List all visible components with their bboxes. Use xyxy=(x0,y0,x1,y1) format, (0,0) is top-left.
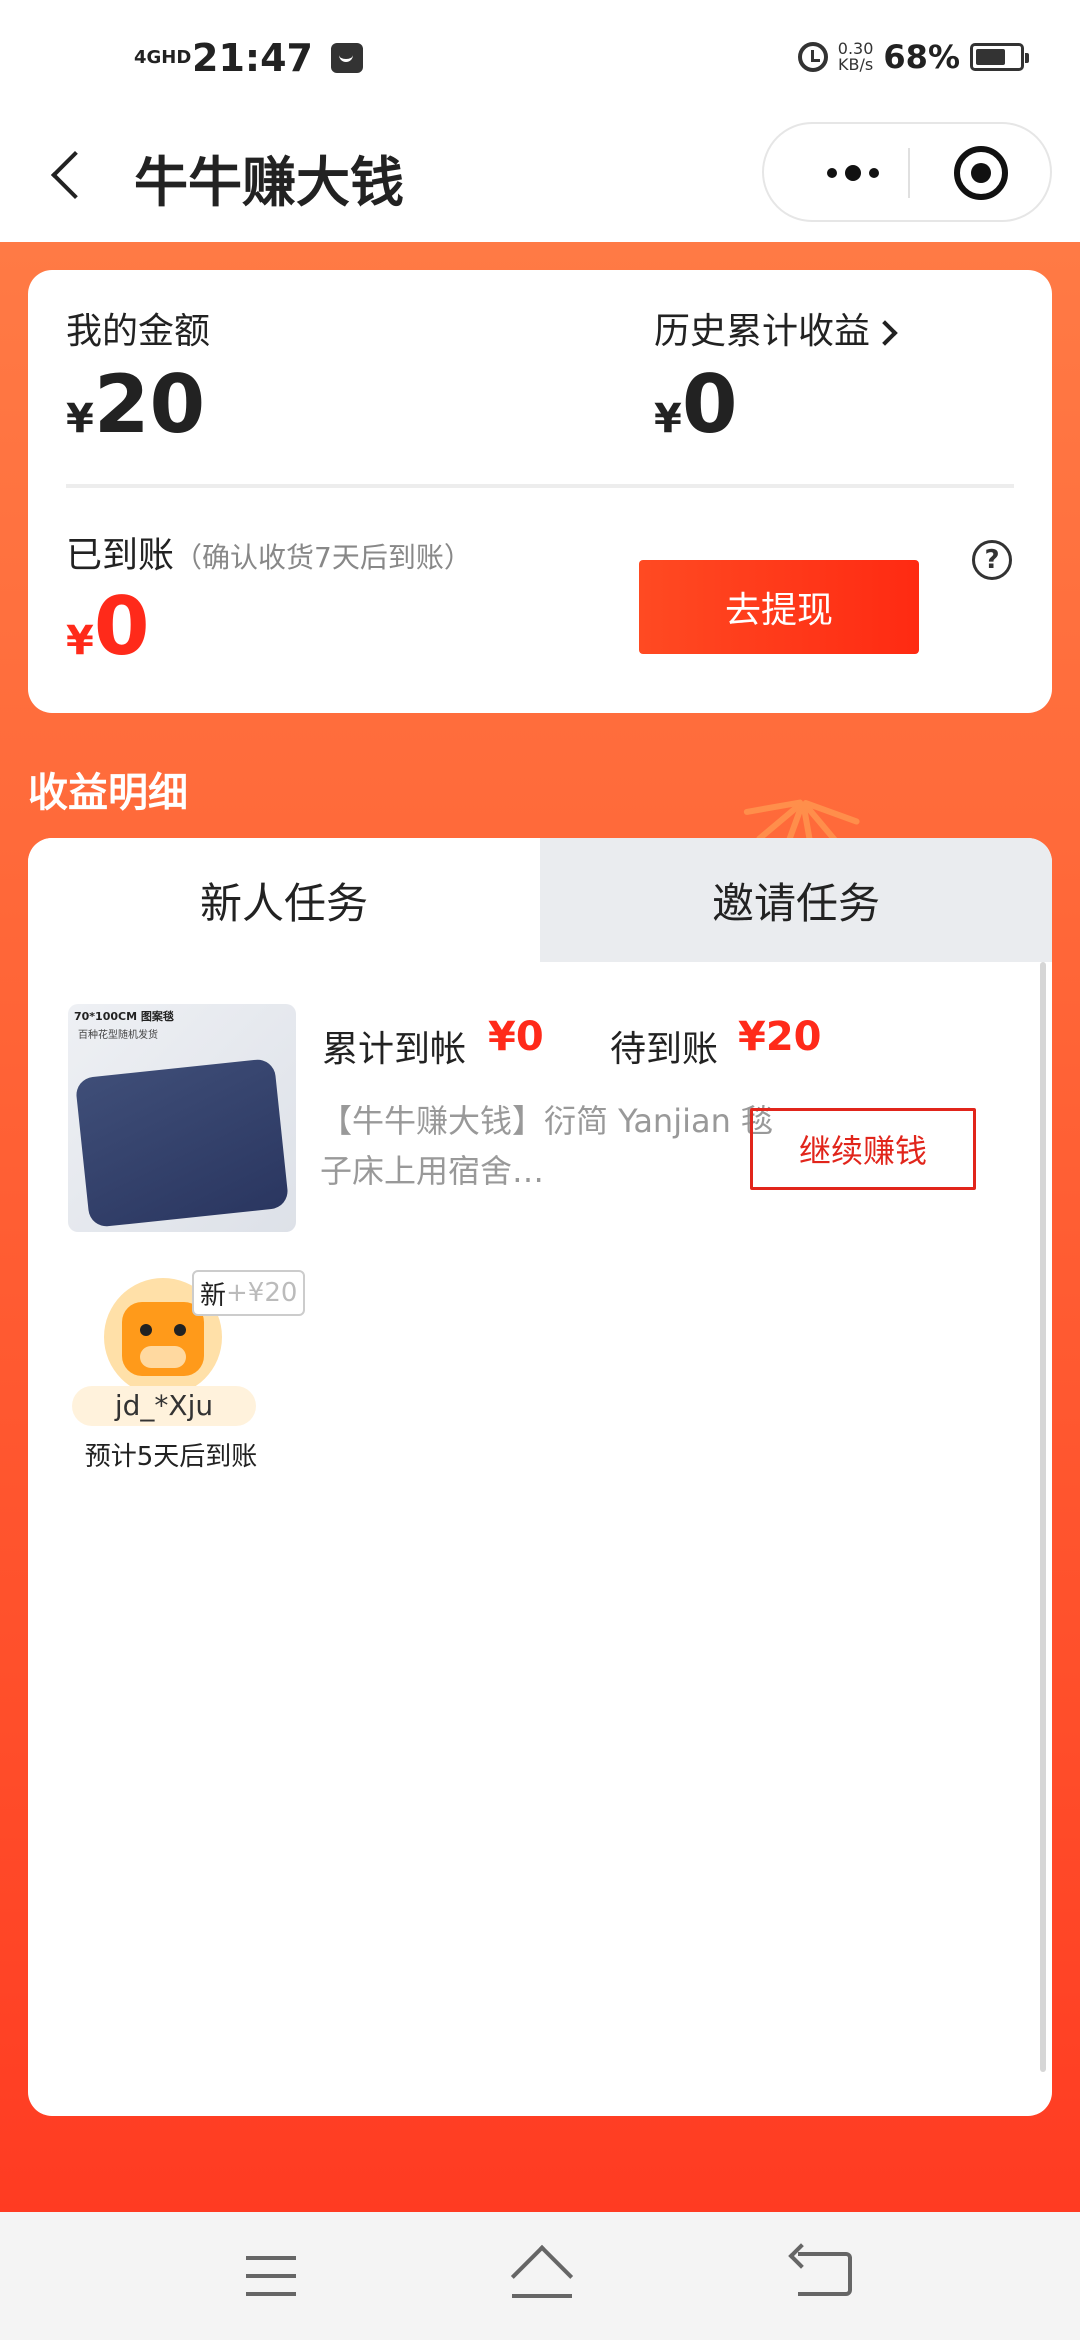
menu-icon[interactable] xyxy=(246,2256,296,2296)
tab-invite-tasks[interactable]: 邀请任务 xyxy=(540,838,1052,962)
badge-new: 新 xyxy=(200,1280,227,1311)
new-user-badge: 新 +¥20 xyxy=(192,1270,306,1316)
withdraw-button[interactable]: 去提现 xyxy=(639,560,919,654)
question-circle-icon[interactable]: ? xyxy=(972,540,1012,580)
balance-card: 我的金额 ¥20 历史累计收益 ¥0 已到账（确认收货7天后到账） ¥0 ? 去… xyxy=(28,270,1052,713)
product-image-caption: 70*100CM 图案毯 xyxy=(74,1010,174,1023)
earnings-detail-panel: 新人任务 邀请任务 70*100CM 图案毯 百种花型随机发货 累计到帐 ¥0 … xyxy=(28,838,1052,2116)
network-speed-unit: KB/s xyxy=(837,55,874,74)
chevron-right-icon xyxy=(872,320,898,346)
status-bar: 4GHD 21:47 0.30 KB/s 68% xyxy=(0,0,1080,110)
card-divider xyxy=(66,484,1014,488)
history-earnings-label: 历史累计收益 xyxy=(654,311,871,352)
arrived-note: （确认收货7天后到账） xyxy=(174,541,472,574)
my-amount-label: 我的金额 xyxy=(66,311,211,352)
history-earnings-link[interactable]: 历史累计收益 xyxy=(654,302,898,354)
my-amount: ¥20 xyxy=(66,358,205,451)
arrived-label-row: 已到账（确认收货7天后到账） xyxy=(66,526,472,578)
mini-program-capsule xyxy=(762,122,1052,222)
arrived-label: 已到账 xyxy=(66,535,175,576)
signal-icon: 4GHD xyxy=(134,47,192,68)
continue-earning-button[interactable]: 继续赚钱 xyxy=(750,1108,976,1190)
more-dots-icon[interactable] xyxy=(804,144,902,202)
network-speed: 0.30 KB/s xyxy=(838,41,874,73)
cow-eye xyxy=(140,1324,152,1336)
product-image-subcaption: 百种花型随机发货 xyxy=(78,1030,158,1041)
battery-icon xyxy=(970,43,1029,71)
system-nav-bar xyxy=(0,2212,1080,2340)
product-image[interactable]: 70*100CM 图案毯 百种花型随机发货 xyxy=(68,1004,296,1232)
my-amount-value: 20 xyxy=(93,358,206,451)
status-time: 21:47 xyxy=(192,36,313,80)
back-icon[interactable] xyxy=(798,2252,852,2296)
cow-eye xyxy=(174,1324,186,1336)
arrival-note: 预计5天后到账 xyxy=(84,1442,258,1472)
pending-label: 待到账 xyxy=(610,1029,719,1070)
target-close-icon[interactable] xyxy=(954,146,1008,200)
arrived-amount-value: 0 xyxy=(93,580,150,673)
home-icon[interactable] xyxy=(506,2248,576,2302)
page-title: 牛牛赚大钱 xyxy=(134,151,404,214)
product-description[interactable]: 【牛牛赚大钱】衍简 Yanjian 毯子床上用宿舍… xyxy=(320,1096,790,1196)
currency-symbol: ¥ xyxy=(66,618,94,664)
currency-symbol: ¥ xyxy=(66,396,94,442)
more-dot xyxy=(845,165,861,181)
currency-symbol: ¥ xyxy=(654,396,682,442)
battery-fill xyxy=(976,49,1005,65)
firework-decoration xyxy=(700,752,920,862)
task-tabs: 新人任务 邀请任务 xyxy=(28,838,1052,962)
scrollbar[interactable] xyxy=(1040,962,1046,2072)
cow-mouth xyxy=(140,1346,186,1368)
cow-face-graphic xyxy=(122,1302,204,1376)
more-dot xyxy=(827,168,837,178)
section-title: 收益明细 xyxy=(28,770,188,816)
more-dot xyxy=(869,168,879,178)
accumulated-value: ¥0 xyxy=(488,1014,544,1060)
status-left: 4GHD 21:47 xyxy=(134,36,363,80)
title-bar: 牛牛赚大钱 xyxy=(0,110,1080,242)
blanket-graphic xyxy=(74,1057,290,1229)
back-arrow-icon[interactable] xyxy=(40,144,100,204)
battery-percent: 68% xyxy=(883,38,960,76)
alarm-icon xyxy=(797,42,828,72)
tab-newcomer-tasks[interactable]: 新人任务 xyxy=(28,838,540,962)
history-amount-value: 0 xyxy=(681,358,738,451)
badge-amount: +¥20 xyxy=(226,1278,298,1308)
status-right: 0.30 KB/s 68% xyxy=(797,38,1029,76)
pending-value: ¥20 xyxy=(738,1014,822,1060)
invitee-username: jd_*Xju xyxy=(72,1386,256,1426)
message-icon xyxy=(330,43,363,73)
capsule-divider xyxy=(908,148,910,198)
accumulated-label: 累计到帐 xyxy=(322,1029,467,1070)
arrived-amount: ¥0 xyxy=(66,580,150,673)
history-amount: ¥0 xyxy=(654,358,738,451)
